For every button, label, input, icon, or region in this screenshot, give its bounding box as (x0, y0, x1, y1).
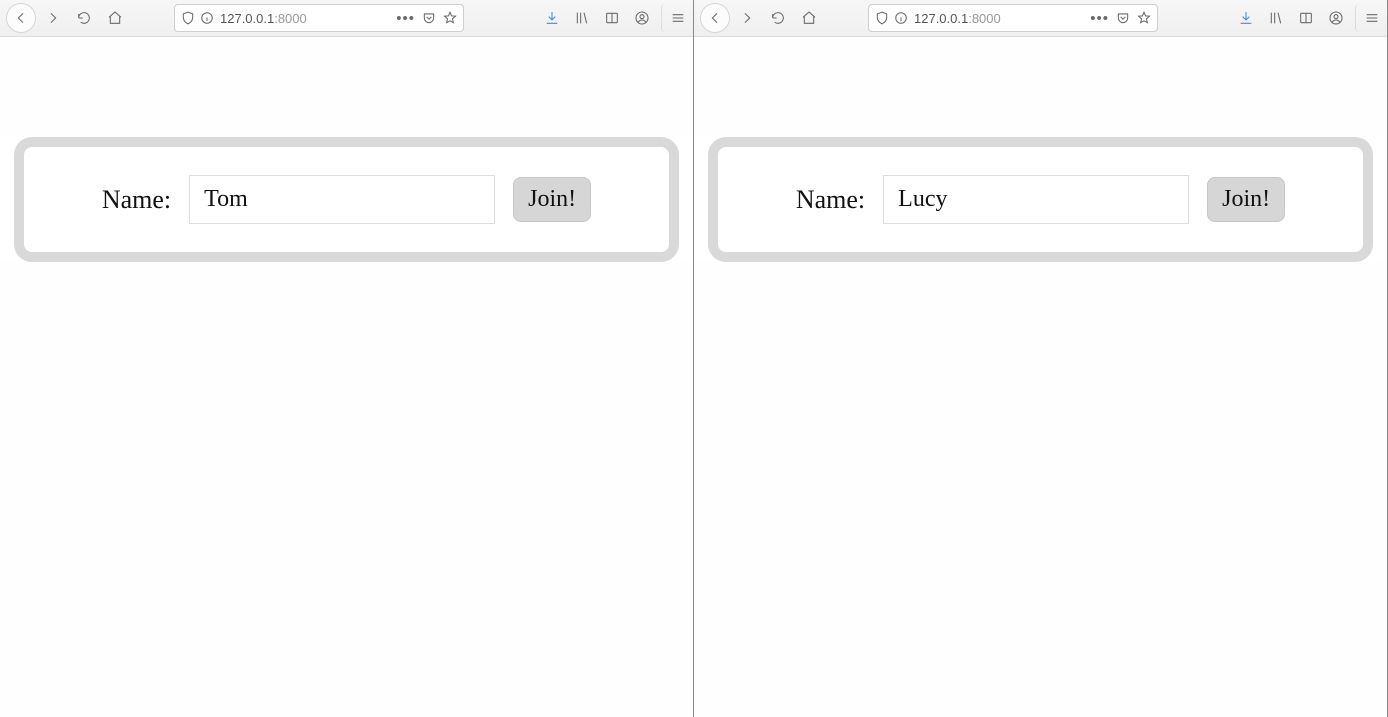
url-port: :8000 (968, 11, 1001, 26)
name-input[interactable] (189, 175, 495, 224)
account-button[interactable] (629, 4, 655, 32)
downloads-button[interactable] (1233, 4, 1259, 32)
url-left-icons (875, 11, 908, 25)
menu-button[interactable] (1355, 4, 1381, 32)
join-card: Name: Join! (708, 137, 1373, 262)
url-bar[interactable]: 127.0.0.1:8000 ••• (174, 4, 464, 32)
arrow-right-icon (739, 10, 755, 26)
reload-icon (770, 10, 786, 26)
home-icon (801, 10, 817, 26)
url-host: 127.0.0.1 (914, 11, 968, 26)
home-button[interactable] (101, 4, 129, 32)
toolbar-right (1233, 4, 1381, 32)
ellipsis-icon[interactable]: ••• (396, 10, 415, 27)
account-icon (1328, 10, 1344, 26)
arrow-left-icon (13, 10, 29, 26)
shield-icon (181, 11, 195, 25)
url-port: :8000 (274, 11, 307, 26)
url-text: 127.0.0.1:8000 (914, 11, 1084, 26)
info-icon (894, 11, 908, 25)
pocket-icon[interactable] (1116, 11, 1130, 25)
star-icon[interactable] (1137, 11, 1151, 25)
join-card: Name: Join! (14, 137, 679, 262)
home-icon (107, 10, 123, 26)
url-right-icons: ••• (1090, 10, 1151, 27)
library-button[interactable] (1263, 4, 1289, 32)
url-left-icons (181, 11, 214, 25)
sidebar-button[interactable] (599, 4, 625, 32)
hamburger-icon (1364, 10, 1380, 26)
sidebar-icon (604, 10, 620, 26)
url-bar[interactable]: 127.0.0.1:8000 ••• (868, 4, 1158, 32)
browser-window-right: 127.0.0.1:8000 ••• (694, 0, 1388, 717)
sidebar-icon (1298, 10, 1314, 26)
forward-button[interactable] (733, 4, 761, 32)
url-text: 127.0.0.1:8000 (220, 11, 390, 26)
home-button[interactable] (795, 4, 823, 32)
download-icon (1238, 10, 1254, 26)
url-host: 127.0.0.1 (220, 11, 274, 26)
name-label: Name: (102, 185, 171, 215)
name-input[interactable] (883, 175, 1189, 224)
join-button[interactable]: Join! (1207, 177, 1285, 222)
ellipsis-icon[interactable]: ••• (1090, 10, 1109, 27)
browser-toolbar: 127.0.0.1:8000 ••• (694, 0, 1387, 37)
shield-icon (875, 11, 889, 25)
hamburger-icon (670, 10, 686, 26)
toolbar-right (539, 4, 687, 32)
info-icon (200, 11, 214, 25)
join-button[interactable]: Join! (513, 177, 591, 222)
downloads-button[interactable] (539, 4, 565, 32)
star-icon[interactable] (443, 11, 457, 25)
pocket-icon[interactable] (422, 11, 436, 25)
back-button[interactable] (700, 3, 730, 33)
reload-button[interactable] (764, 4, 792, 32)
browser-window-left: 127.0.0.1:8000 ••• (0, 0, 694, 717)
name-label: Name: (796, 185, 865, 215)
library-button[interactable] (569, 4, 595, 32)
browser-toolbar: 127.0.0.1:8000 ••• (0, 0, 693, 37)
back-button[interactable] (6, 3, 36, 33)
url-right-icons: ••• (396, 10, 457, 27)
library-icon (574, 10, 590, 26)
download-icon (544, 10, 560, 26)
page-content: Name: Join! (694, 137, 1387, 262)
forward-button[interactable] (39, 4, 67, 32)
arrow-left-icon (707, 10, 723, 26)
reload-button[interactable] (70, 4, 98, 32)
reload-icon (76, 10, 92, 26)
account-icon (634, 10, 650, 26)
menu-button[interactable] (661, 4, 687, 32)
arrow-right-icon (45, 10, 61, 26)
page-content: Name: Join! (0, 137, 693, 262)
library-icon (1268, 10, 1284, 26)
account-button[interactable] (1323, 4, 1349, 32)
sidebar-button[interactable] (1293, 4, 1319, 32)
